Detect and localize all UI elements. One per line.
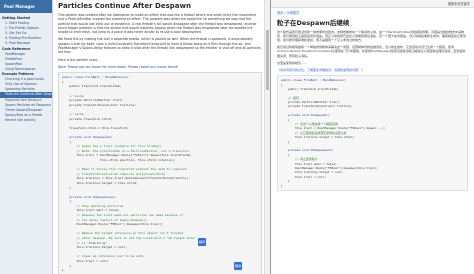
code-line: } <box>281 183 283 188</box>
scrollbar-thumb[interactable] <box>266 30 269 90</box>
sidebar-nav-item[interactable]: Spawn Particles on Despawn <box>0 103 52 108</box>
translated-paragraph: 这个模式是我们尝试创建一种效果时创建的，这种效果类似一个移动的火球，由一个Par… <box>277 29 467 42</box>
page-content: Particles Continue After Despawn This pa… <box>58 2 262 274</box>
code-block: public class FireBall : MonoBehaviour{ p… <box>58 72 262 274</box>
intro-paragraph: This pattern was created after we attemp… <box>58 13 257 35</box>
left-browser-window: Pool Manager Getting Started 1. Start Poo… <box>0 0 271 274</box>
sidebar-nav-item[interactable]: Particles Continue After Despawn <box>0 92 52 98</box>
translate-button[interactable]: 翻译 <box>198 238 206 246</box>
translated-code-block: public class FireBall : MonoBehaviour{ p… <box>277 75 468 191</box>
translate-button[interactable]: 翻译 <box>234 262 242 270</box>
breadcrumb-section[interactable]: 示例模式 <box>286 11 299 15</box>
translated-title: 粒子在Despawn后继续 <box>277 18 350 27</box>
code-line: } <box>62 268 64 273</box>
translated-paragraph: 我们通过将拖尾做成一个单独的预制体来解决这个问题，该预制体同样会被池化。当火球生… <box>277 45 466 58</box>
sidebar-nav-list: Getting Started 1. Start Pooling 2. Pre-Pr… <box>0 16 52 123</box>
toolbar-label[interactable]: 搜索本页关键字 <box>448 1 470 6</box>
translated-paragraph: 这里是使用的模式…… <box>277 60 308 65</box>
right-browser-window: 搜索本页关键字 首页 / 示例模式 粒子在Despawn后继续 这个模式是我们尝… <box>271 0 474 274</box>
sidebar-nav-item[interactable]: Recent site activity <box>0 118 52 123</box>
pattern-paragraph: Here is the pattern used... <box>58 57 100 62</box>
solution-paragraph: We fixed this by making the trail a sepa… <box>58 37 261 55</box>
breadcrumb: 首页 / 示例模式 <box>277 11 300 15</box>
sidebar-header[interactable]: Pool Manager <box>0 0 52 13</box>
docs-sidebar: Pool Manager Getting Started 1. Start Poo… <box>0 0 53 274</box>
translated-page-body: 首页 / 示例模式 粒子在Despawn后继续 这个模式是我们尝试创建一种效果时… <box>271 8 474 191</box>
left-scrollbar[interactable] <box>264 0 270 274</box>
translation-toolbar: 搜索本页关键字 <box>271 0 474 8</box>
breadcrumb-home[interactable]: 首页 <box>277 11 283 15</box>
forum-link[interactable]: 《请访问我们的论坛，了解更多详细信息！请报告发现的问题！》 <box>277 68 468 72</box>
forum-note[interactable]: Note: Please see our forum for more deta… <box>58 65 262 69</box>
page-title: Particles Continue After Despawn <box>58 2 191 10</box>
